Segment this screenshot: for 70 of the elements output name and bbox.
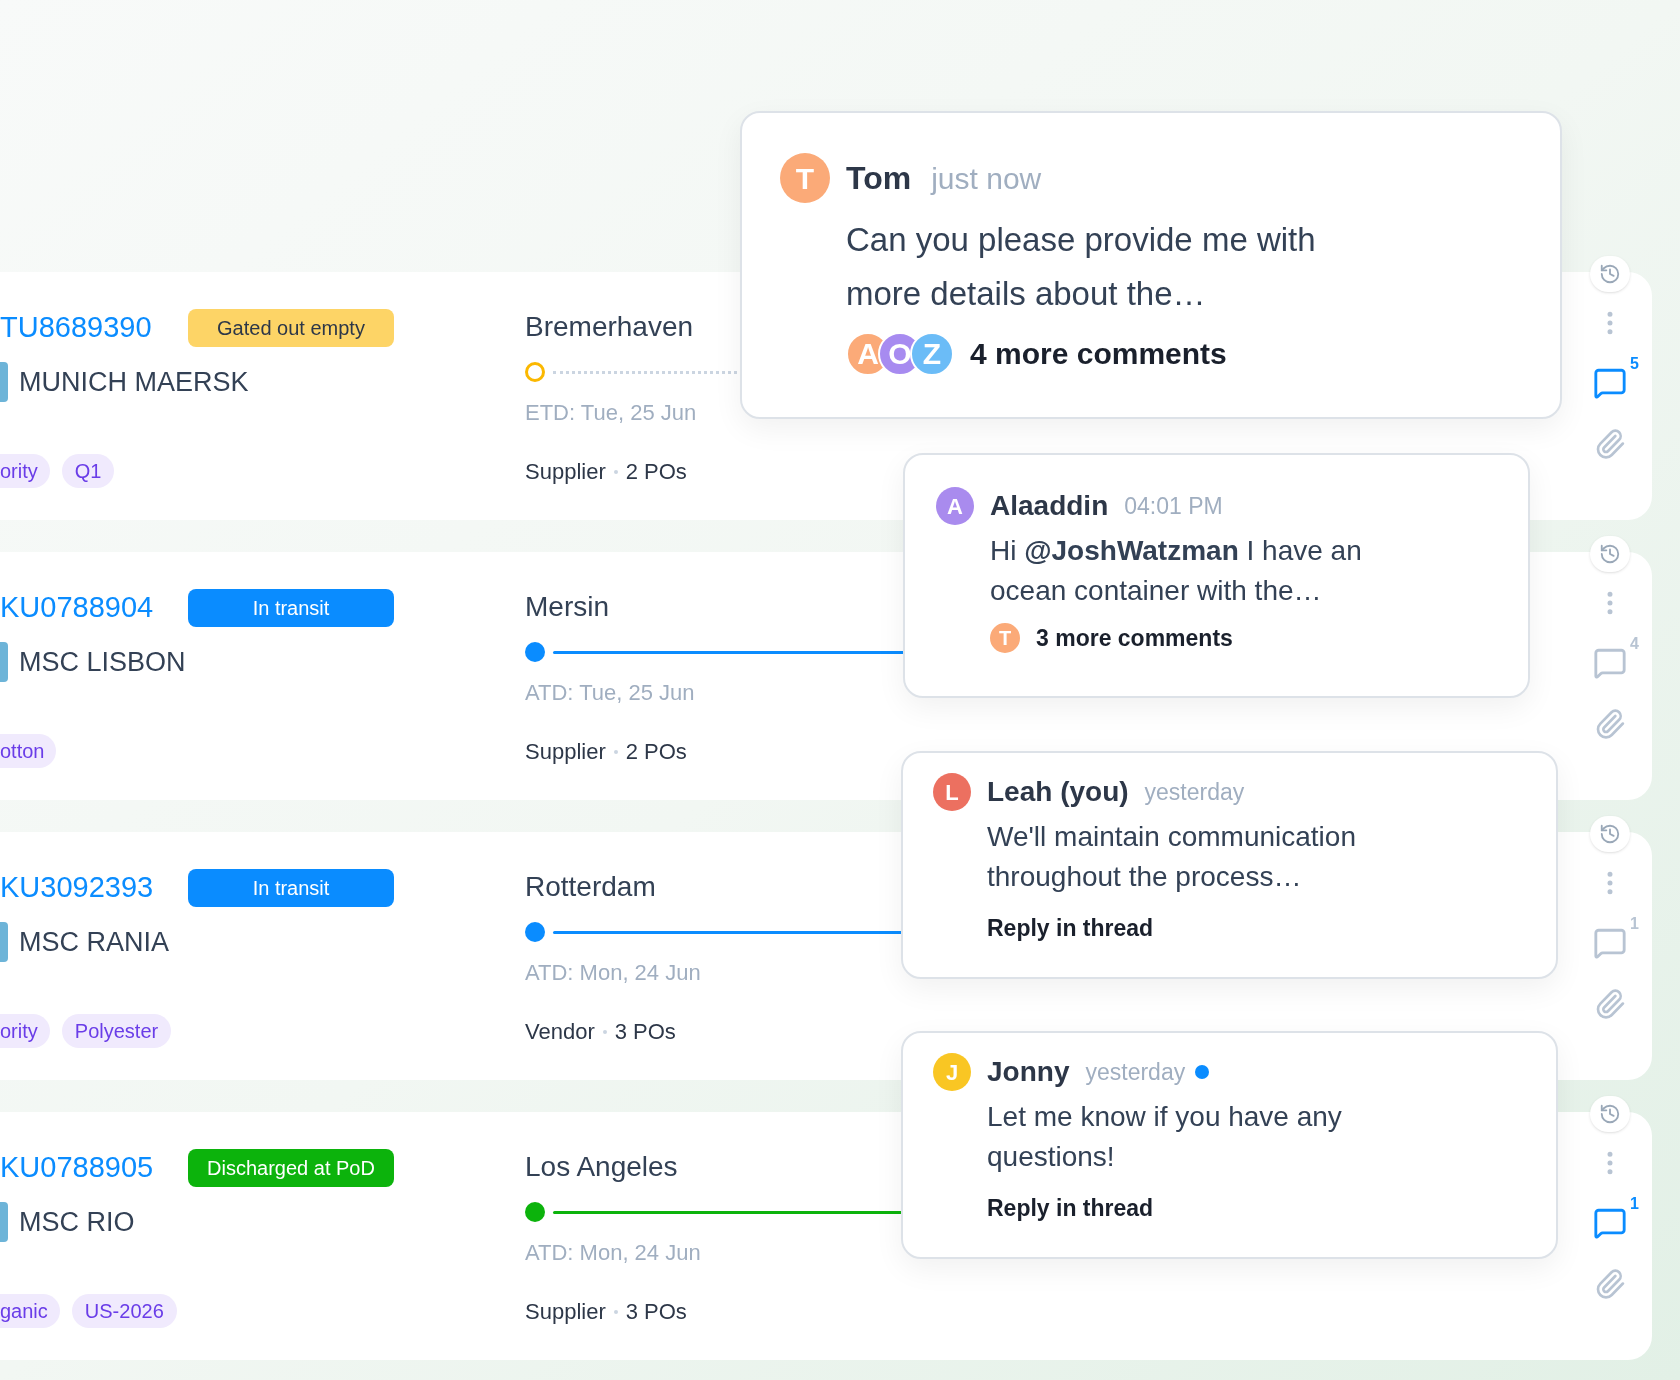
comment-text: Can you please provide me with more details about the… [846,220,1317,314]
tag: ority [0,454,50,488]
reply-link[interactable]: Reply in thread [987,1191,1417,1226]
po-count: 3 POs [614,1018,676,1046]
status-badge: In transit [188,868,394,907]
comment-icon[interactable] [1593,1206,1627,1240]
more-comments-link[interactable]: 4 more comments [970,331,1227,376]
departure-date: ATD: Tue, 25 Jun [525,679,696,707]
port-name: Rotterdam [525,870,657,904]
po-count: 2 POs [625,458,687,486]
party-label: Supplier [525,1298,606,1326]
party-label: Supplier [525,458,606,486]
author-name: Tom [846,159,912,198]
ship-icon [0,641,8,682]
status-badge: Gated out empty [188,308,394,347]
ship-icon [0,1201,8,1242]
participant-avatar: T [988,621,1022,656]
status-badge: In transit [188,588,394,627]
tag: US-2026 [71,1294,177,1328]
po-count: 2 POs [625,738,687,766]
comment-icon[interactable] [1593,926,1627,960]
vessel-name: MSC RANIA [19,925,170,959]
port-name: Bremerhaven [525,310,695,344]
status-badge: Discharged at PoD [188,1148,394,1187]
comment-icon[interactable] [1593,366,1627,400]
vessel-name: MUNICH MAERSK [19,365,249,399]
vessel-name: MSC LISBON [19,645,186,679]
comment-count: 1 [1630,1194,1639,1214]
history-icon [1599,263,1621,285]
comment-count: 4 [1630,634,1639,654]
comment-icon[interactable] [1593,646,1627,680]
history-button[interactable] [1590,1096,1630,1132]
tag: Polyester [61,1014,172,1048]
vessel-name: MSC RIO [19,1205,135,1239]
tag: Q1 [61,454,115,488]
paperclip-icon[interactable] [1594,708,1626,740]
more-comments-link[interactable]: 3 more comments [1036,621,1233,656]
paperclip-icon[interactable] [1594,1268,1626,1300]
avatar: L [933,773,971,811]
departure-date: ETD: Tue, 25 Jun [525,399,698,427]
comment-count: 1 [1630,914,1639,934]
departure-date: ATD: Mon, 24 Jun [525,959,702,987]
reply-link[interactable]: Reply in thread [987,911,1417,946]
tag: ganic [0,1294,60,1328]
paperclip-icon[interactable] [1594,988,1626,1020]
history-button[interactable] [1590,536,1630,572]
port-name: Los Angeles [525,1150,679,1184]
paperclip-icon[interactable] [1594,428,1626,460]
history-icon [1599,1103,1621,1125]
ship-icon [0,921,8,962]
departure-date: ATD: Mon, 24 Jun [525,1239,702,1267]
avatar: J [933,1053,971,1091]
tag: ority [0,1014,50,1048]
participant-avatar: Z [910,331,954,376]
comment-time: just now [931,160,1042,197]
history-button[interactable] [1590,256,1630,292]
party-label: Supplier [525,738,606,766]
avatar: T [780,153,830,203]
history-button[interactable] [1590,816,1630,852]
tag: otton [0,734,57,768]
party-label: Vendor [525,1018,595,1046]
comment-time: 04:01 PM [1124,491,1223,521]
po-count: 3 POs [625,1298,687,1326]
comment-count: 5 [1630,354,1639,374]
history-icon [1599,543,1621,565]
author-name: Alaaddin [990,489,1109,523]
port-name: Mersin [525,590,610,624]
history-icon [1599,823,1621,845]
ship-icon [0,361,8,402]
avatar: A [936,487,974,525]
